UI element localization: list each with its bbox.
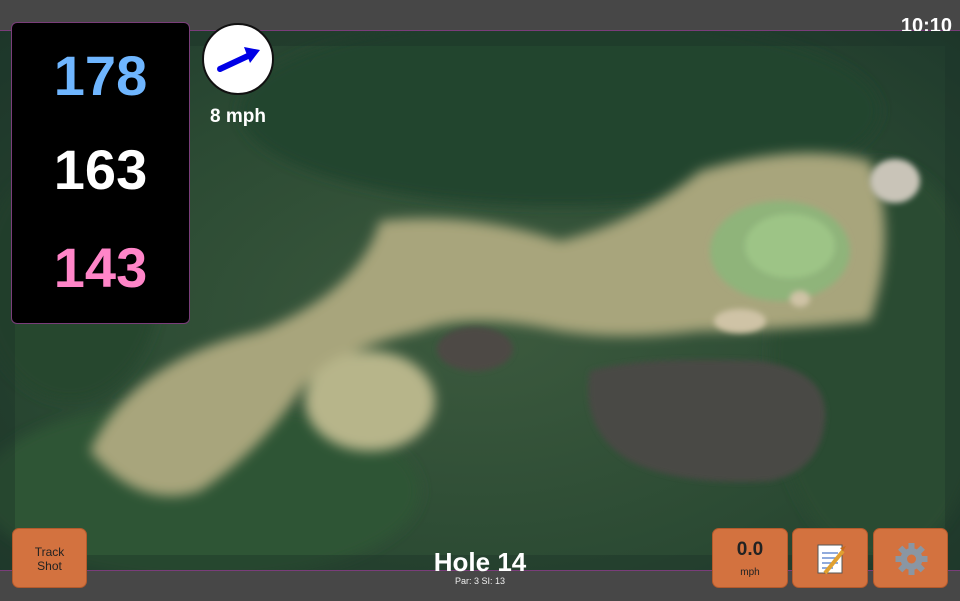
wind-arrow-icon: [217, 47, 260, 72]
gear-icon: [895, 543, 928, 575]
track-shot-label-line2: Shot: [37, 559, 62, 573]
settings-button[interactable]: [873, 528, 948, 588]
speed-value: 0.0: [736, 539, 764, 560]
wind-dial: [202, 23, 274, 95]
wind-speed: 8 mph: [210, 106, 266, 127]
speed-button[interactable]: 0.0 mph: [712, 528, 788, 588]
yardage-back: 178: [53, 44, 148, 107]
hole-meta: Par: 3 SI: 13: [454, 576, 506, 586]
speed-unit: mph: [740, 567, 760, 578]
notepad-icon: [817, 544, 846, 575]
hole-title: Hole 14: [433, 547, 527, 577]
track-shot-button[interactable]: Track Shot: [12, 528, 87, 588]
yardage-middle: 163: [53, 138, 148, 201]
notes-button[interactable]: [792, 528, 868, 588]
track-shot-label-line1: Track: [34, 545, 65, 559]
yardage-panel: 178 163 143: [11, 22, 190, 324]
yardage-front: 143: [53, 236, 148, 299]
